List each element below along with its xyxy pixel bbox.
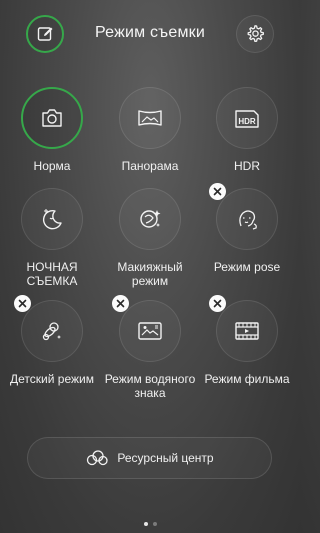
close-icon [213, 187, 222, 196]
mode-label: Норма [33, 159, 71, 173]
remove-badge[interactable] [112, 295, 129, 312]
remove-badge[interactable] [14, 295, 31, 312]
pose-icon [239, 210, 257, 230]
panorama-icon [138, 110, 162, 126]
page-dot-active [143, 522, 148, 526]
mode-hdr-circle[interactable]: HDR [216, 87, 278, 149]
mode-pose[interactable]: Режим pose [197, 183, 297, 274]
gear-icon [247, 25, 264, 42]
mode-label: Режим фильма [204, 372, 290, 386]
top-bar: Режим съемки [0, 0, 300, 70]
mode-night[interactable]: НОЧНАЯ СЪЕМКА [2, 188, 102, 288]
mode-label: НОЧНАЯ СЪЕМКА [26, 260, 78, 288]
page-title: Режим съемки [94, 24, 205, 41]
page-dot [152, 522, 157, 526]
film-icon [235, 322, 259, 340]
settings-button[interactable] [236, 15, 274, 53]
mode-makeup[interactable]: Макияжный режим [100, 188, 200, 288]
mode-label: Режим pose [213, 260, 281, 274]
watermark-icon [138, 322, 162, 340]
mode-normal-circle[interactable] [21, 87, 83, 149]
mode-normal[interactable]: Норма [2, 87, 102, 173]
remove-badge[interactable] [209, 295, 226, 312]
night-moon-icon [42, 209, 62, 230]
mode-makeup-circle[interactable] [119, 188, 181, 250]
edit-button[interactable] [26, 15, 64, 53]
close-icon [18, 299, 27, 308]
mode-label: HDR [234, 159, 260, 173]
mode-kids[interactable]: Детский режим [2, 295, 102, 386]
mode-label: Панорама [121, 159, 179, 173]
mode-film[interactable]: Режим фильма [197, 295, 297, 386]
mode-night-circle[interactable] [21, 188, 83, 250]
mode-label: Режим водяного знака [104, 372, 196, 400]
makeup-icon [140, 210, 161, 228]
mode-panorama[interactable]: Панорама [100, 87, 200, 173]
cloud-icon [87, 450, 109, 466]
mode-pose-circle[interactable] [209, 183, 278, 250]
remove-badge[interactable] [209, 183, 226, 200]
mode-watermark-circle[interactable] [112, 295, 181, 362]
mode-kids-circle[interactable] [14, 295, 83, 362]
pacifier-icon [42, 322, 61, 341]
mode-film-circle[interactable] [209, 295, 278, 362]
close-icon [116, 299, 125, 308]
mode-panorama-circle[interactable] [119, 87, 181, 149]
resource-center-button[interactable]: Ресурсный центр [27, 437, 272, 479]
page-indicator [0, 522, 300, 526]
resource-center-label: Ресурсный центр [117, 451, 214, 465]
mode-label: Детский режим [10, 372, 94, 386]
mode-label: Макияжный режим [117, 260, 183, 288]
mode-hdr[interactable]: HDR HDR [197, 87, 297, 173]
mode-watermark[interactable]: Режим водяного знака [100, 295, 200, 400]
camera-icon [42, 109, 62, 127]
svg-text:HDR: HDR [238, 117, 256, 126]
hdr-icon: HDR [235, 110, 259, 128]
edit-icon [37, 27, 53, 41]
close-icon [213, 299, 222, 308]
